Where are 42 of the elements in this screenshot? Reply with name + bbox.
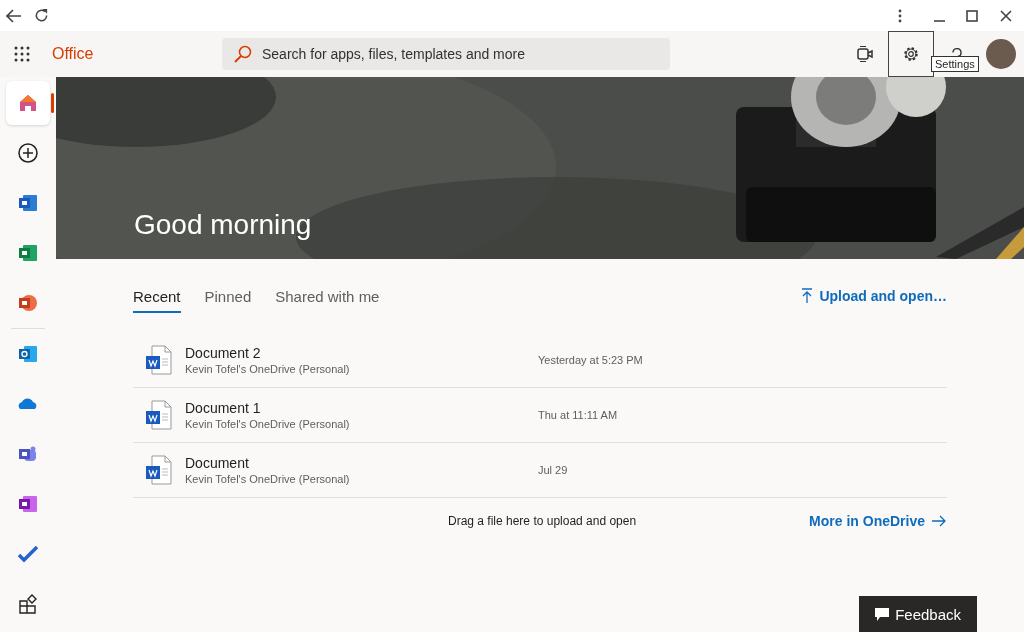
add-icon: [17, 142, 39, 164]
settings-button[interactable]: [888, 31, 934, 77]
modified-date: Jul 29: [538, 464, 568, 476]
more-icon[interactable]: [898, 8, 902, 23]
search-icon: [234, 45, 252, 63]
close-icon[interactable]: [1000, 9, 1012, 22]
checkmark-icon: [17, 543, 39, 565]
word-document-icon: [145, 455, 173, 485]
maximize-icon[interactable]: [966, 9, 978, 22]
tooltip: Settings: [931, 56, 979, 72]
modified-date: Yesterday at 5:23 PM: [538, 354, 643, 366]
search-input[interactable]: Search for apps, files, templates and more: [260, 45, 658, 63]
file-location: Kevin Tofel's OneDrive (Personal): [185, 363, 351, 375]
tab[interactable]: Shared with me: [275, 279, 380, 313]
settings-icon: [903, 46, 919, 62]
apps-grid-icon: [17, 593, 39, 615]
word-document-icon: [145, 400, 173, 430]
feedback-button[interactable]: Feedback: [859, 596, 977, 632]
avatar[interactable]: [986, 39, 1016, 69]
video-camera-icon: [856, 45, 874, 63]
arrow-right-icon: [931, 515, 947, 527]
tab[interactable]: Recent: [133, 279, 181, 313]
file-name[interactable]: Document 2: [185, 345, 538, 361]
upload-icon: [801, 288, 814, 304]
modified-date: Thu at 11:11 AM: [538, 409, 618, 421]
drop-hint: Drag a file here to upload and open: [448, 514, 637, 528]
search-bar[interactable]: Search for apps, files, templates and more: [222, 38, 670, 70]
home-icon: [17, 92, 39, 114]
office-brand[interactable]: Office: [52, 45, 222, 63]
file-name[interactable]: Document: [185, 455, 538, 471]
word-document-icon: [145, 345, 173, 375]
greeting: Good morning: [134, 209, 312, 241]
chat-icon: [875, 607, 890, 621]
app-launcher-icon[interactable]: [14, 46, 30, 62]
more-in-onedrive-link[interactable]: More in OneDrive: [809, 513, 947, 529]
upload-link[interactable]: Upload and open…: [801, 288, 947, 304]
file-location: Kevin Tofel's OneDrive (Personal): [185, 473, 351, 485]
reload-icon[interactable]: [34, 8, 49, 23]
file-location: Kevin Tofel's OneDrive (Personal): [185, 418, 351, 430]
back-arrow-icon[interactable]: [6, 8, 22, 23]
file-name[interactable]: Document 1: [185, 400, 538, 416]
tab[interactable]: Pinned: [204, 279, 252, 313]
